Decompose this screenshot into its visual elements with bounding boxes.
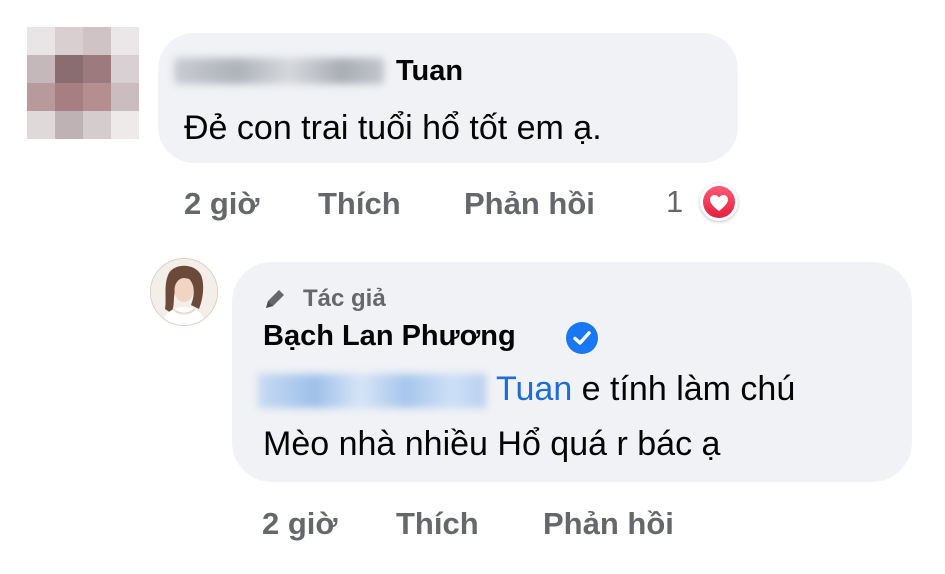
comment-time[interactable]: 2 giờ [184,186,259,222]
reply-text-part: e tính làm chú [572,370,796,408]
verified-badge-icon [566,322,598,354]
author-avatar[interactable] [150,258,218,326]
reply-text-line1: Tuan e tính làm chú [496,362,795,416]
author-badge: Tác giả [303,285,386,312]
reply-reply-button[interactable]: Phản hồi [543,506,674,542]
reply-time[interactable]: 2 giờ [262,506,337,542]
heart-icon[interactable] [700,183,738,221]
reply-button[interactable]: Phản hồi [464,186,595,222]
commenter-avatar[interactable] [27,27,139,139]
commenter-name-blurred[interactable] [174,58,384,84]
author-name[interactable]: Bạch Lan Phương [263,320,516,353]
reaction-count[interactable]: 1 [666,184,683,220]
like-button[interactable]: Thích [318,186,401,222]
reply-text-line2: Mèo nhà nhiều Hổ quá r bác ạ [263,425,721,463]
commenter-name[interactable]: Tuan [396,55,463,88]
reply-like-button[interactable]: Thích [396,506,479,542]
mention-blurred[interactable] [258,372,486,410]
mention-link[interactable]: Tuan [496,370,572,408]
pencil-icon [262,286,288,312]
comment-text: Đẻ con trai tuổi hổ tốt em ạ. [184,109,602,147]
